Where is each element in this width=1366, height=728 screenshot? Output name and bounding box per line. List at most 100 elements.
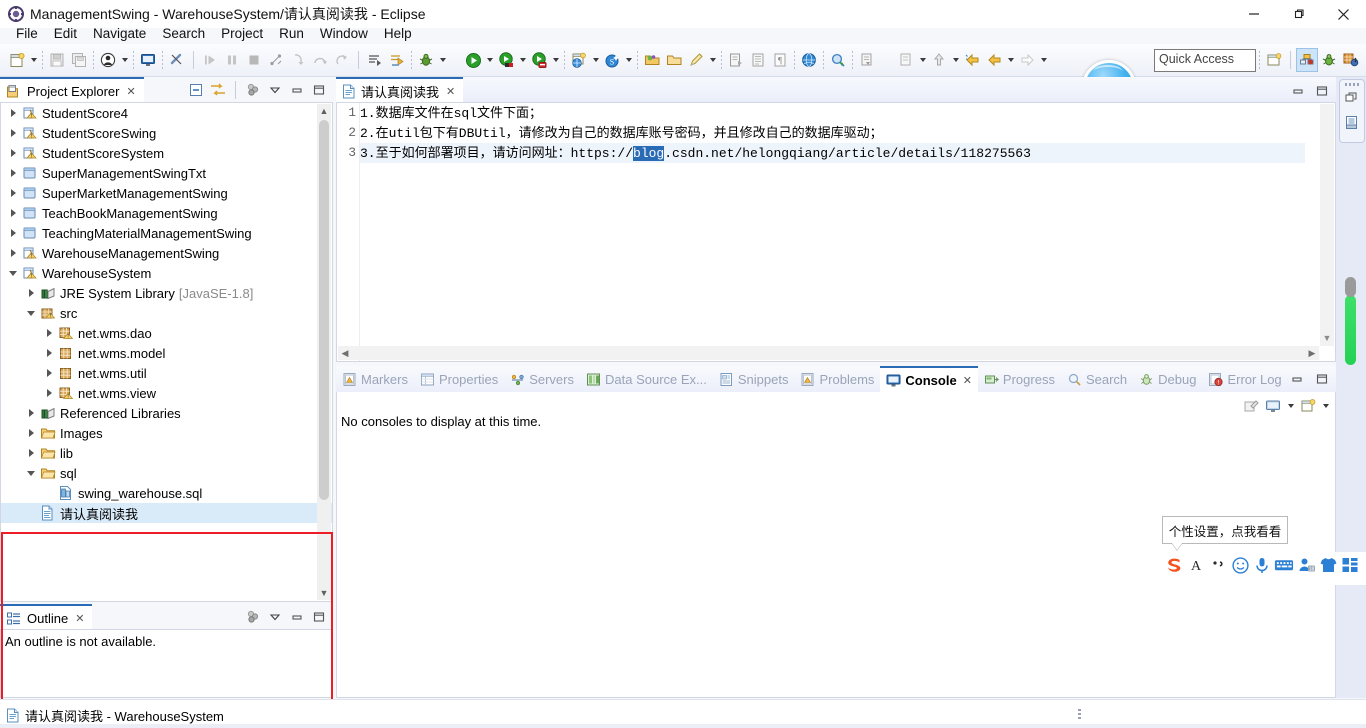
display-selected-console-icon[interactable]	[1263, 397, 1283, 416]
menu-window[interactable]: Window	[312, 24, 376, 43]
user-icon[interactable]: 18	[1296, 554, 1316, 576]
tab-outline[interactable]: Outline ✕	[0, 604, 93, 631]
tree-item[interactable]: TeachBookManagementSwing	[1, 203, 332, 223]
previous-edit-dropdown-icon[interactable]	[917, 48, 928, 72]
twisty-collapsed-icon[interactable]	[5, 169, 21, 177]
view-menu-icon[interactable]	[265, 607, 285, 626]
next-annotation-icon[interactable]	[364, 48, 386, 72]
window-scrollbar-thumb[interactable]	[1345, 277, 1356, 365]
run-dropdown-icon[interactable]	[484, 48, 495, 72]
maximize-icon[interactable]	[1312, 81, 1332, 100]
scroll-up-icon[interactable]: ▲	[317, 104, 331, 118]
menu-help[interactable]: Help	[376, 24, 420, 43]
run-server-icon[interactable]	[528, 48, 550, 72]
twisty-collapsed-icon[interactable]	[5, 209, 21, 217]
new-spring-icon[interactable]: S	[601, 48, 623, 72]
bottom-tab-problems[interactable]: Problems	[794, 366, 880, 392]
menu-edit[interactable]: Edit	[46, 24, 85, 43]
scroll-down-icon[interactable]: ▼	[317, 586, 331, 600]
debug-dropdown-icon[interactable]	[437, 48, 448, 72]
bottom-tab-data-source-ex[interactable]: Data Source Ex...	[580, 366, 713, 392]
toolbox-icon[interactable]	[1340, 554, 1360, 576]
search-icon[interactable]	[827, 48, 849, 72]
open-type-icon[interactable]	[641, 48, 663, 72]
tree-item[interactable]: ! net.wms.dao	[1, 323, 332, 343]
twisty-collapsed-icon[interactable]	[5, 129, 21, 137]
project-tree[interactable]: ! StudentScore4! StudentScoreSwing! Student…	[0, 102, 333, 602]
clear-console-icon[interactable]	[1241, 397, 1261, 416]
new-java-project-dropdown-icon[interactable]	[590, 48, 601, 72]
new-annotation-dropdown-icon[interactable]	[707, 48, 718, 72]
open-console-icon[interactable]	[1298, 397, 1318, 416]
save-icon[interactable]	[46, 48, 68, 72]
input-mode-icon[interactable]: A	[1186, 554, 1206, 576]
tab-project-explorer[interactable]: Project Explorer ✕	[0, 77, 144, 104]
twisty-collapsed-icon[interactable]	[5, 249, 21, 257]
maximize-icon[interactable]	[309, 80, 329, 99]
maximize-icon[interactable]	[1312, 369, 1332, 388]
selected-text[interactable]: blog	[633, 146, 665, 161]
soft-keyboard-icon[interactable]	[1274, 554, 1294, 576]
twisty-collapsed-icon[interactable]	[23, 449, 39, 457]
bottom-tab-snippets[interactable]: Snippets	[713, 366, 795, 392]
tree-item[interactable]: ! src	[1, 303, 332, 323]
new-java-project-icon[interactable]	[568, 48, 590, 72]
menu-search[interactable]: Search	[154, 24, 213, 43]
tree-item[interactable]: ! StudentScoreSystem	[1, 143, 332, 163]
tree-item[interactable]: net.wms.model	[1, 343, 332, 363]
drag-handle[interactable]	[1345, 83, 1359, 86]
back-up-dropdown-icon[interactable]	[950, 48, 961, 72]
resize-grip[interactable]	[1078, 709, 1081, 720]
view-extra-icon[interactable]	[243, 607, 263, 626]
twisty-expanded-icon[interactable]	[23, 310, 39, 316]
twisty-expanded-icon[interactable]	[5, 270, 21, 276]
scroll-right-icon[interactable]: ▶	[1305, 346, 1319, 360]
tree-item[interactable]: ! StudentScoreSwing	[1, 123, 332, 143]
voice-input-icon[interactable]	[1252, 554, 1272, 576]
twisty-collapsed-icon[interactable]	[5, 149, 21, 157]
view-extra-icon[interactable]	[243, 80, 263, 99]
minimize-icon[interactable]	[1288, 81, 1308, 100]
person-icon[interactable]	[97, 48, 119, 72]
menu-project[interactable]: Project	[213, 24, 271, 43]
open-task-icon[interactable]	[663, 48, 685, 72]
tree-item[interactable]: sql	[1, 463, 332, 483]
twisty-collapsed-icon[interactable]	[41, 389, 57, 397]
bottom-tab-progress[interactable]: Progress	[978, 366, 1061, 392]
run-icon[interactable]	[462, 48, 484, 72]
open-console-dropdown-icon[interactable]	[1320, 394, 1331, 418]
open-web-browser-icon[interactable]	[798, 48, 820, 72]
person-dropdown-icon[interactable]	[119, 48, 130, 72]
new-wizard-dropdown-icon[interactable]	[28, 48, 39, 72]
menu-run[interactable]: Run	[271, 24, 312, 43]
twisty-collapsed-icon[interactable]	[23, 289, 39, 297]
minimize-button[interactable]	[1231, 0, 1276, 28]
bottom-tab-debug[interactable]: Debug	[1133, 366, 1202, 392]
view-menu-icon[interactable]	[265, 80, 285, 99]
close-icon[interactable]: ✕	[963, 374, 972, 387]
tree-item[interactable]: SuperManagementSwingTxt	[1, 163, 332, 183]
tab-readme-editor[interactable]: 请认真阅读我 ✕	[336, 77, 464, 104]
java-ee-perspective-icon[interactable]	[1296, 48, 1318, 72]
tree-item[interactable]: JRE System Library [JavaSE-1.8]	[1, 283, 332, 303]
skip-breakpoints-icon[interactable]	[166, 48, 188, 72]
console-body[interactable]: No consoles to display at this time.	[336, 392, 1336, 698]
scroll-left-icon[interactable]: ◀	[338, 346, 352, 360]
close-icon[interactable]: ✕	[446, 85, 455, 98]
tree-item[interactable]: net.wms.util	[1, 363, 332, 383]
twisty-collapsed-icon[interactable]	[5, 109, 21, 117]
bottom-tab-properties[interactable]: Properties	[414, 366, 504, 392]
minimize-icon[interactable]	[287, 607, 307, 626]
project-tree-scrollbar[interactable]: ▲ ▼	[317, 104, 331, 600]
run-server-dropdown-icon[interactable]	[550, 48, 561, 72]
debug-perspective-icon[interactable]	[1318, 48, 1340, 72]
punctuation-icon[interactable]	[1208, 554, 1228, 576]
maximize-icon[interactable]	[309, 607, 329, 626]
debug-icon[interactable]	[415, 48, 437, 72]
run-external-icon[interactable]	[495, 48, 517, 72]
console-dropdown-icon[interactable]	[1285, 394, 1296, 418]
tree-item[interactable]: lib	[1, 443, 332, 463]
twisty-collapsed-icon[interactable]	[41, 369, 57, 377]
editor-text-area[interactable]: 1 2 3 1.数据库文件在sql文件下面； 2.在util包下有DBUtil，…	[336, 102, 1336, 362]
menu-file[interactable]: File	[8, 24, 46, 43]
